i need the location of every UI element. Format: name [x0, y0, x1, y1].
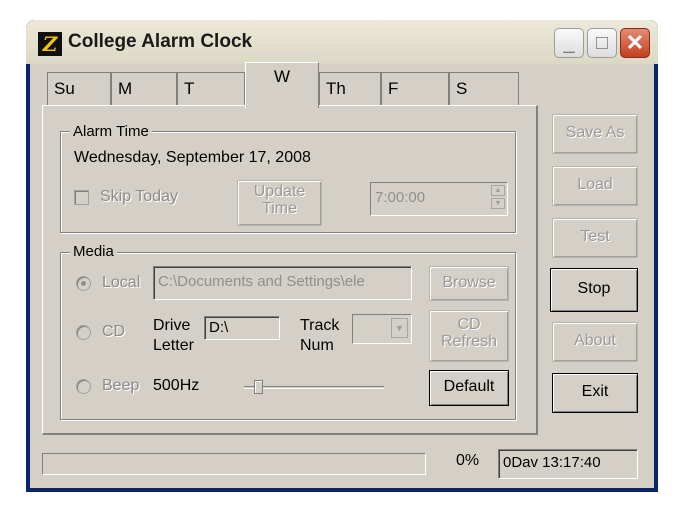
alarm-date: Wednesday, September 17, 2008: [74, 149, 311, 166]
local-radio[interactable]: [76, 276, 91, 291]
beep-slider-thumb[interactable]: [254, 380, 263, 394]
spin-up-icon[interactable]: ▲: [491, 185, 505, 196]
app-icon: Z: [38, 32, 62, 56]
alarm-time-spinner[interactable]: 7:00:00: [370, 182, 508, 216]
tab-tuesday[interactable]: T: [177, 72, 245, 106]
tab-saturday[interactable]: S: [449, 72, 519, 106]
title-bar[interactable]: Z College Alarm Clock _ □ ✕: [26, 20, 658, 64]
local-label: Local: [102, 274, 141, 291]
skip-today-label: Skip Today: [100, 188, 178, 205]
skip-today-checkbox[interactable]: [74, 190, 89, 205]
tab-monday[interactable]: M: [111, 72, 177, 106]
cd-label: CD: [102, 323, 126, 340]
track-num-label: Track Num: [300, 317, 340, 354]
tab-friday[interactable]: F: [381, 72, 449, 106]
progress-bar: [42, 453, 426, 475]
progress-percent: 0%: [456, 452, 480, 469]
beep-label: Beep: [102, 377, 140, 394]
stop-button[interactable]: Stop: [550, 268, 638, 312]
maximize-icon: □: [595, 32, 609, 54]
minimize-icon: _: [563, 32, 575, 54]
cd-refresh-button[interactable]: CD Refresh: [429, 310, 509, 362]
alarm-time-legend: Alarm Time: [70, 123, 152, 140]
save-as-button[interactable]: Save As: [552, 114, 638, 154]
exit-button[interactable]: Exit: [552, 373, 638, 413]
window-title: College Alarm Clock: [68, 31, 253, 52]
beep-slider-track[interactable]: [244, 386, 384, 389]
minimize-button[interactable]: _: [554, 28, 584, 58]
cd-radio[interactable]: [76, 325, 91, 340]
tab-sunday[interactable]: Su: [47, 72, 111, 106]
alarm-time-value: 7:00:00: [375, 189, 426, 206]
browse-button[interactable]: Browse: [429, 266, 509, 301]
local-path-field[interactable]: C:\Documents and Settings\ele: [153, 266, 412, 300]
beep-frequency: 500Hz: [153, 377, 200, 394]
tab-thursday[interactable]: Th: [319, 72, 381, 106]
about-button[interactable]: About: [552, 322, 638, 362]
test-button[interactable]: Test: [552, 218, 638, 258]
drive-letter-label: Drive Letter: [153, 317, 194, 354]
tab-wednesday[interactable]: W: [245, 62, 319, 108]
spin-down-icon[interactable]: ▼: [491, 198, 505, 209]
load-button[interactable]: Load: [552, 166, 638, 206]
radio-selected-dot: [81, 281, 86, 286]
chevron-down-icon[interactable]: ▼: [391, 318, 408, 338]
drive-letter-field[interactable]: D:\: [204, 316, 280, 340]
update-time-button[interactable]: Update Time: [237, 180, 322, 226]
maximize-button[interactable]: □: [587, 28, 617, 58]
time-remaining-display: 0Dav 13:17:40: [498, 449, 638, 479]
close-icon: ✕: [625, 30, 645, 55]
beep-radio[interactable]: [76, 379, 91, 394]
media-legend: Media: [70, 243, 117, 260]
default-button[interactable]: Default: [429, 370, 509, 406]
close-button[interactable]: ✕: [620, 28, 650, 58]
